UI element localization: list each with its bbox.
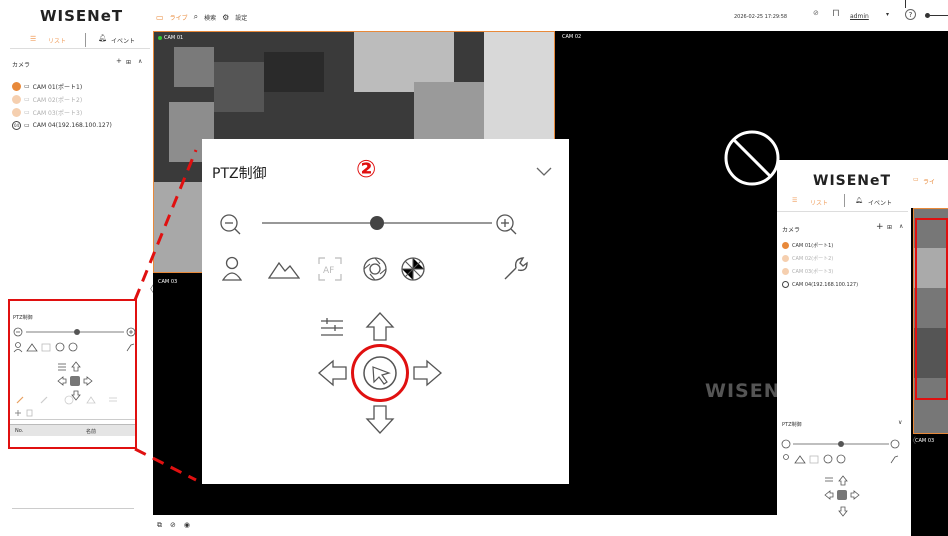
arrow-left-icon [318, 359, 347, 387]
inset-ptz-title: PTZ制御 [782, 422, 802, 428]
autofocus-icon[interactable]: AF [317, 256, 343, 282]
camera-item: CAM 04(192.168.100.127) [782, 278, 910, 291]
settings-list-icon [321, 318, 343, 336]
camera-item: CAM 03(ポート3) [782, 265, 910, 278]
add-camera-button: + [876, 222, 884, 232]
collapse-arrow-icon: 〈 [908, 436, 916, 445]
inset-highlight [915, 218, 948, 400]
chevron-down-icon: ∨ [898, 419, 903, 426]
monitor-icon: ▭ [913, 176, 919, 183]
landscape-icon[interactable] [268, 258, 300, 280]
inset-camera-list: CAM 01(ポート1) CAM 02(ポート2) CAM 03(ポート3) C… [782, 239, 910, 291]
inset-direction-pad [824, 475, 860, 517]
inset-panel: WISENeT ▭ ライ ☰ リスト 🔔︎ イベント カメラ + ⊞ ∧ CAM… [777, 160, 948, 536]
inset-ptz-icons [783, 454, 899, 464]
wrench-icon[interactable] [502, 255, 528, 283]
arrow-right-icon [413, 359, 442, 387]
inset-zoom-slider [781, 439, 900, 449]
chevron-up-icon: ∧ [899, 223, 904, 230]
person-icon[interactable] [222, 256, 242, 282]
inset-tile-label: CAM 03 [915, 438, 935, 444]
inset-tab-list: リスト [810, 200, 829, 207]
list-icon: ☰ [792, 197, 798, 204]
step-number: ② [356, 155, 377, 183]
iris-icon[interactable] [362, 256, 388, 282]
arrow-up-icon [365, 312, 395, 341]
center-highlight-circle [351, 344, 409, 402]
bell-icon: 🔔︎ [855, 197, 863, 204]
arrow-down-icon [365, 405, 395, 434]
camera-item: CAM 01(ポート1) [782, 239, 910, 252]
inset-camera-header: カメラ [782, 227, 801, 234]
callout-ptz-title: PTZ制御 [212, 166, 267, 182]
inset-tab-event: イベント [868, 200, 893, 207]
shutter-icon[interactable] [400, 256, 426, 282]
camera-group-icon: ⊞ [887, 224, 893, 231]
camera-item: CAM 02(ポート2) [782, 252, 910, 265]
zoom-slider[interactable] [217, 209, 527, 237]
inset-logo: WISENeT [813, 173, 892, 189]
ptz-callout: PTZ制御 ② AF [202, 139, 569, 484]
svg-text:AF: AF [323, 266, 334, 276]
inset-nav-live: ライ [923, 179, 936, 186]
chevron-down-icon[interactable] [536, 167, 552, 177]
